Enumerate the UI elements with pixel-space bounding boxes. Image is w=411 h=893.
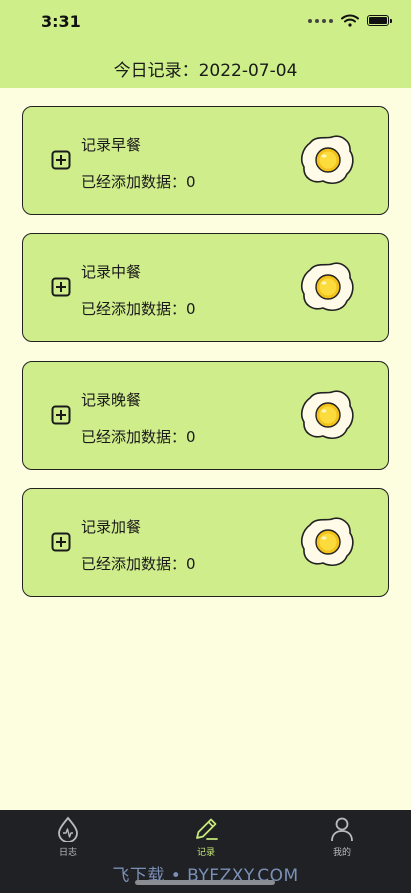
plus-square-icon[interactable] xyxy=(51,150,71,170)
fried-egg-icon xyxy=(301,390,354,439)
fried-egg-icon xyxy=(301,517,354,566)
tab-label: 我的 xyxy=(332,848,351,858)
tab-label: 日志 xyxy=(58,848,77,858)
card-snack[interactable]: 记录加餐 已经添加数据：0 xyxy=(22,488,389,597)
pencil-icon xyxy=(196,818,218,840)
tab-label: 记录 xyxy=(196,848,215,858)
plus-square-icon[interactable] xyxy=(51,405,71,425)
fried-egg-icon xyxy=(301,262,354,311)
card-dinner[interactable]: 记录晚餐 已经添加数据：0 xyxy=(22,361,389,470)
fried-egg-icon xyxy=(301,135,354,184)
card-count: 已经添加数据：0 xyxy=(81,300,196,318)
card-title: 记录晚餐 xyxy=(81,391,142,409)
tab-diary[interactable]: 日志 xyxy=(38,816,98,858)
wifi-icon xyxy=(341,14,359,27)
card-breakfast[interactable]: 记录早餐 已经添加数据：0 xyxy=(22,106,389,215)
header-bar: 3:31 今日记录：2022-07-04 xyxy=(0,0,411,88)
tab-record[interactable]: 记录 xyxy=(176,816,236,858)
tab-mine[interactable]: 我的 xyxy=(312,816,372,858)
card-title: 记录早餐 xyxy=(81,136,142,154)
card-count: 已经添加数据：0 xyxy=(81,555,196,573)
status-icons xyxy=(308,14,392,27)
droplet-icon xyxy=(58,816,78,842)
card-title: 记录中餐 xyxy=(81,263,142,281)
battery-icon xyxy=(367,15,392,26)
card-lunch[interactable]: 记录中餐 已经添加数据：0 xyxy=(22,233,389,342)
status-time: 3:31 xyxy=(41,12,81,31)
person-icon xyxy=(331,817,353,842)
signal-icon xyxy=(308,18,333,23)
plus-square-icon[interactable] xyxy=(51,277,71,297)
page-title: 今日记录：2022-07-04 xyxy=(113,61,298,81)
card-count: 已经添加数据：0 xyxy=(81,173,196,191)
card-count: 已经添加数据：0 xyxy=(81,428,196,446)
card-title: 记录加餐 xyxy=(81,518,142,536)
home-indicator xyxy=(135,880,275,885)
plus-square-icon[interactable] xyxy=(51,532,71,552)
